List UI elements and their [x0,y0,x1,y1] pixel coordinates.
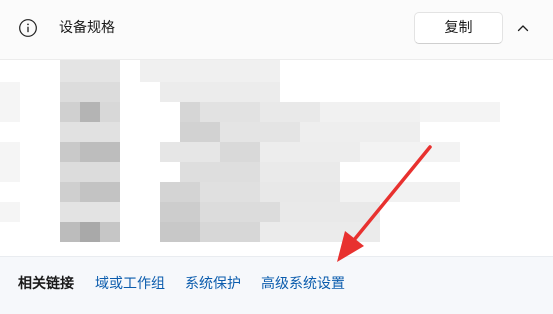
device-specs-header[interactable]: 设备规格 复制 [0,0,553,58]
info-icon [18,18,38,38]
chevron-up-icon [509,14,537,42]
pixelated-specs-image [0,60,500,242]
copy-button[interactable]: 复制 [414,12,503,44]
link-system-protection[interactable]: 系统保护 [185,274,241,294]
related-links-label: 相关链接 [18,276,74,292]
link-advanced-system-settings[interactable]: 高级系统设置 [261,274,345,294]
link-domain-or-workgroup[interactable]: 域或工作组 [95,274,165,294]
collapse-toggle[interactable] [509,14,537,42]
related-links-bar: 相关链接 域或工作组 系统保护 高级系统设置 [0,256,553,314]
device-specs-panel: 设备规格 复制 相关链接 域或工作组 系统保护 高级系统设置 [0,0,553,314]
specs-content [0,59,553,256]
section-title: 设备规格 [59,20,115,36]
